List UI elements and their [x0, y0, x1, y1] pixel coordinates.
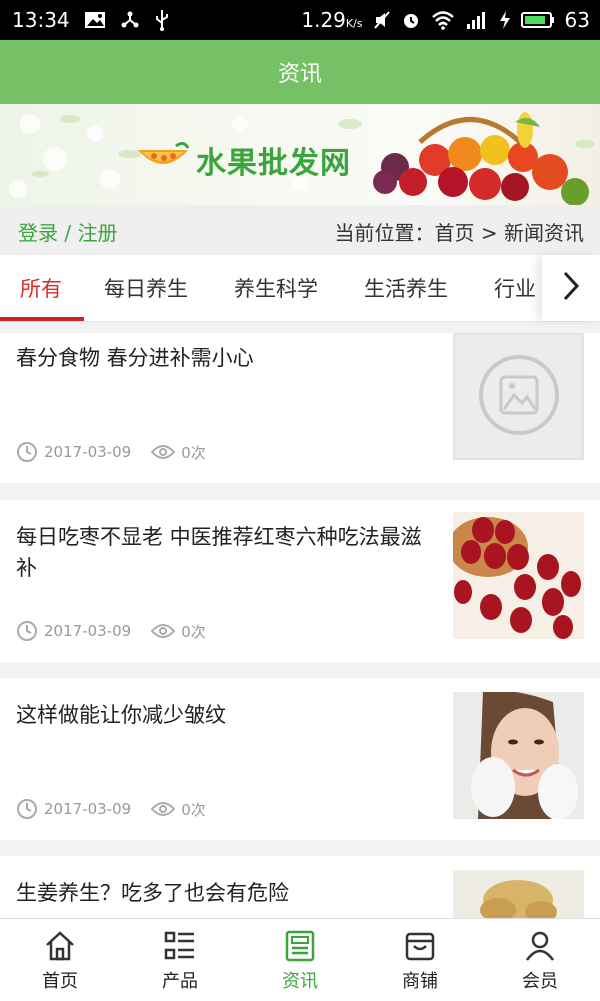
image-icon — [84, 11, 106, 29]
news-thumbnail-face[interactable] — [453, 692, 584, 819]
news-title[interactable]: 每日吃枣不显老 中医推荐红枣六种吃法最滋补 — [16, 522, 426, 584]
bottom-navigation: 首页 产品 资讯 商铺 会员 — [0, 918, 600, 1001]
wifi-icon — [431, 10, 455, 30]
nav-news[interactable]: 资讯 — [240, 919, 360, 1001]
news-views: 0次 — [181, 800, 206, 819]
share-icon — [120, 10, 140, 30]
breadcrumb: 当前位置：首页 > 新闻资讯 — [334, 221, 584, 245]
clock-icon — [16, 620, 38, 642]
alarm-icon — [401, 10, 421, 30]
active-tab-indicator — [0, 317, 84, 321]
tab-life-health[interactable]: 生活养生 — [364, 273, 448, 303]
news-thumbnail-ginger[interactable] — [453, 870, 584, 918]
charging-icon — [499, 10, 511, 30]
clock-icon — [16, 441, 38, 463]
status-bar: 13:34 1.29K/s 63 — [0, 0, 600, 40]
eye-icon — [151, 801, 176, 817]
news-views: 0次 — [181, 622, 206, 641]
tabs-scroll-button[interactable] — [542, 255, 600, 321]
news-title[interactable]: 生姜养生？吃多了也会有危险 — [16, 878, 426, 909]
list-icon — [164, 929, 196, 963]
tab-daily-health[interactable]: 每日养生 — [104, 273, 188, 303]
nav-shops-label: 商铺 — [402, 971, 438, 992]
news-title[interactable]: 春分食物 春分进补需小心 — [16, 343, 426, 374]
register-link[interactable]: 注册 — [77, 221, 117, 245]
news-date: 2017-03-09 — [44, 800, 132, 818]
image-placeholder-icon — [477, 353, 561, 441]
news-item[interactable]: 春分食物 春分进补需小心 2017-03-09 0次 — [0, 333, 600, 483]
battery-level: 63 — [564, 8, 590, 32]
user-icon — [524, 929, 556, 963]
shop-icon — [404, 929, 436, 963]
nav-member[interactable]: 会员 — [480, 919, 600, 1001]
mute-icon — [373, 10, 391, 30]
clock-icon — [16, 798, 38, 820]
nav-news-label: 资讯 — [282, 971, 318, 992]
fruit-logo-icon — [136, 141, 190, 178]
breadcrumb-row: 登录 / 注册 当前位置：首页 > 新闻资讯 — [0, 205, 600, 255]
nav-home[interactable]: 首页 — [0, 919, 120, 1001]
battery-icon — [520, 11, 555, 29]
nav-shops[interactable]: 商铺 — [360, 919, 480, 1001]
news-views: 0次 — [181, 443, 206, 462]
news-thumbnail-placeholder[interactable] — [453, 333, 584, 460]
news-item[interactable]: 这样做能让你减少皱纹 2017-03-09 0次 — [0, 678, 600, 840]
news-date: 2017-03-09 — [44, 443, 132, 461]
chevron-right-icon — [561, 270, 581, 306]
nav-products[interactable]: 产品 — [120, 919, 240, 1001]
login-link[interactable]: 登录 — [18, 221, 58, 245]
news-title[interactable]: 这样做能让你减少皱纹 — [16, 700, 426, 731]
network-speed-unit: K/s — [345, 17, 363, 30]
home-icon — [44, 929, 76, 963]
login-separator: / — [58, 221, 78, 245]
news-item[interactable]: 生姜养生？吃多了也会有危险 — [0, 856, 600, 918]
news-thumbnail-red-dates[interactable] — [453, 512, 584, 639]
tab-all[interactable]: 所有 — [20, 273, 62, 303]
news-item[interactable]: 每日吃枣不显老 中医推荐红枣六种吃法最滋补 2017-03-09 0次 — [0, 500, 600, 662]
status-time: 13:34 — [12, 8, 70, 32]
tab-health-science[interactable]: 养生科学 — [234, 273, 318, 303]
fruit-basket-icon — [365, 112, 595, 205]
title-bar: 资讯 — [0, 40, 600, 104]
page-title: 资讯 — [277, 62, 322, 87]
usb-icon — [154, 9, 170, 31]
network-speed: 1.29 — [301, 8, 346, 32]
eye-icon — [151, 444, 176, 460]
nav-home-label: 首页 — [42, 971, 78, 992]
tab-industry[interactable]: 行业 — [494, 273, 536, 303]
site-name: 水果批发网 — [196, 146, 351, 181]
category-tabs: 所有 每日养生 养生科学 生活养生 行业 — [0, 255, 600, 322]
news-icon — [284, 929, 316, 963]
banner[interactable]: 水果批发网 — [0, 104, 600, 205]
nav-member-label: 会员 — [522, 971, 558, 992]
eye-icon — [151, 623, 176, 639]
signal-icon — [465, 10, 489, 30]
nav-products-label: 产品 — [162, 971, 198, 992]
news-date: 2017-03-09 — [44, 622, 132, 640]
